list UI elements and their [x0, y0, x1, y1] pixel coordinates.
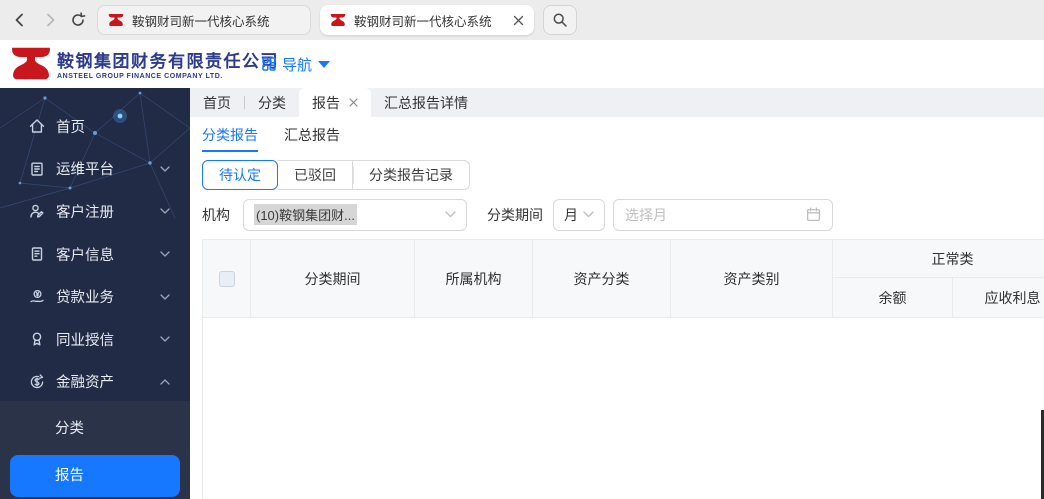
sidebar-subitem-label: 报告 [55, 468, 84, 484]
col-group-normal: 正常类 [832, 239, 1044, 278]
period-unit-value: 月 [564, 206, 578, 223]
sidebar-item-customer-info[interactable]: 客户信息 [0, 233, 190, 276]
rejected-button[interactable]: 已驳回 [278, 160, 353, 190]
calendar-icon [806, 207, 821, 222]
browser-toolbar: 鞍钢财司新一代核心系统 鞍钢财司新一代核心系统 [0, 0, 1044, 40]
subtab-classification-report[interactable]: 分类报告 [202, 125, 258, 152]
sidebar-subitem-classification[interactable]: 分类 [0, 407, 190, 451]
screen: 鞍钢财司新一代核心系统 鞍钢财司新一代核心系统 鞍钢集团财务有限责任公司 ANS… [0, 0, 1044, 499]
forward-icon[interactable] [42, 12, 58, 28]
sidebar-item-loan-business[interactable]: 贷款业务 [0, 275, 190, 318]
document-icon [31, 247, 43, 261]
chevron-down-icon [160, 166, 170, 172]
sidebar-item-customer-register[interactable]: 客户注册 [0, 190, 190, 233]
tab-close-icon[interactable] [512, 14, 524, 26]
month-picker-input[interactable] [625, 206, 806, 223]
home-icon [29, 119, 45, 133]
sidebar-submenu: 分类 报告 [0, 401, 190, 499]
pending-confirmation-button[interactable]: 待认定 [202, 160, 278, 190]
org-filter-label: 机构 [202, 206, 230, 223]
report-subtabs: 分类报告 汇总报告 [202, 125, 1044, 152]
table-empty-body [202, 318, 1044, 499]
browser-tab-title: 鞍钢财司新一代核心系统 [132, 14, 270, 29]
browser-tab-active[interactable]: 鞍钢财司新一代核心系统 [320, 5, 534, 35]
sidebar-subitem-report[interactable]: 报告 [10, 455, 180, 497]
sidebar-item-ops-platform[interactable]: 运维平台 [0, 148, 190, 191]
navigation-menu-button[interactable]: 导航 [262, 40, 331, 88]
workspace-tab-label: 分类 [258, 94, 286, 111]
sidebar-item-label: 贷款业务 [56, 290, 114, 307]
clipboard-icon [31, 162, 43, 176]
report-page: 分类报告 汇总报告 待认定 已驳回 分类报告记录 机构 (10)鞍钢集团财...… [190, 125, 1044, 499]
sidebar-item-financial-assets[interactable]: 金融资产 [0, 361, 190, 404]
search-icon [553, 13, 567, 27]
org-select-value: (10)鞍钢集团财... [254, 204, 357, 225]
col-header-interest: 应收利息 [952, 277, 1044, 318]
period-unit-select[interactable]: 月 [553, 198, 605, 231]
classification-report-records-button[interactable]: 分类报告记录 [353, 160, 470, 190]
col-header-asset-class: 资产分类 [532, 239, 671, 318]
browser-tab-title: 鞍钢财司新一代核心系统 [354, 14, 492, 29]
loan-icon [30, 289, 44, 302]
chevron-down-icon [583, 211, 594, 218]
sidebar-item-label: 客户注册 [56, 204, 114, 221]
month-picker[interactable] [613, 198, 833, 231]
chevron-up-icon [160, 379, 170, 385]
reload-icon[interactable] [70, 12, 86, 28]
sidebar-item-label: 运维平台 [56, 162, 114, 179]
ansteel-favicon [108, 13, 124, 27]
user-edit-icon [30, 205, 44, 219]
app-header: 鞍钢集团财务有限责任公司 ANSTEEL GROUP FINANCE COMPA… [0, 40, 1044, 88]
chevron-down-icon [160, 294, 170, 300]
select-all-cell [202, 239, 251, 318]
workspace-tab-label: 汇总报告详情 [384, 94, 468, 111]
workspace-tab-label: 报告 [312, 94, 340, 111]
caret-down-icon [318, 60, 331, 68]
navigation-label: 导航 [282, 56, 313, 74]
sidebar-item-home[interactable]: 首页 [0, 105, 190, 148]
company-brand: 鞍钢集团财务有限责任公司 ANSTEEL GROUP FINANCE COMPA… [57, 47, 279, 80]
workspace-tab-label: 首页 [203, 94, 231, 111]
chevron-down-icon [160, 208, 170, 215]
workspace-tab-bar: 首页 分类 报告 汇总报告详情 [190, 88, 1044, 117]
close-icon[interactable] [349, 98, 358, 107]
col-header-period: 分类期间 [250, 239, 415, 318]
col-header-balance: 余额 [832, 277, 953, 318]
apps-grid-icon [262, 57, 276, 71]
company-name-cn: 鞍钢集团财务有限责任公司 [57, 52, 279, 71]
workspace-tab-home[interactable]: 首页 [190, 88, 244, 117]
asset-icon [30, 374, 44, 389]
sidebar-item-label: 金融资产 [56, 375, 114, 392]
workspace-tab-report[interactable]: 报告 [299, 88, 371, 117]
sidebar-menu: 首页 运维平台 客户注册 客户信息 贷款业务 同业授信 金融资产 [0, 88, 190, 403]
sidebar-item-interbank-credit[interactable]: 同业授信 [0, 318, 190, 361]
back-icon[interactable] [12, 12, 28, 28]
workspace-tab-classification[interactable]: 分类 [245, 88, 299, 117]
period-filter-label: 分类期间 [487, 206, 543, 223]
sidebar-item-label: 首页 [56, 119, 85, 136]
report-table: 分类期间 所属机构 资产分类 资产类别 正常类 余额 应收利息 [202, 239, 1044, 499]
subtab-summary-report[interactable]: 汇总报告 [284, 125, 340, 152]
col-header-org: 所属机构 [414, 239, 533, 318]
sidebar-subitem-label: 分类 [55, 421, 84, 437]
chevron-down-icon [445, 211, 456, 218]
sidebar: 首页 运维平台 客户注册 客户信息 贷款业务 同业授信 金融资产 分类 报告 [0, 88, 190, 499]
filter-bar: 机构 (10)鞍钢集团财... 分类期间 月 [202, 198, 1044, 231]
sidebar-item-label: 客户信息 [56, 247, 114, 264]
ansteel-favicon [330, 13, 346, 27]
ansteel-logo-icon [10, 45, 52, 82]
company-name-en: ANSTEEL GROUP FINANCE COMPANY LTD. [57, 73, 223, 80]
workspace-tab-summary-report-detail[interactable]: 汇总报告详情 [371, 88, 481, 117]
org-select[interactable]: (10)鞍钢集团财... [243, 198, 467, 231]
sidebar-item-label: 同业授信 [56, 332, 114, 349]
chevron-down-icon [160, 251, 170, 257]
search-button[interactable] [543, 5, 577, 35]
select-all-checkbox[interactable] [218, 271, 235, 288]
main-content: 首页 分类 报告 汇总报告详情 分类报告 汇总报告 待认定 已驳回 分类报告记录… [190, 88, 1044, 499]
medal-icon [32, 332, 42, 346]
chevron-down-icon [160, 336, 170, 342]
col-header-asset-category: 资产类别 [670, 239, 833, 318]
browser-tab-inactive[interactable]: 鞍钢财司新一代核心系统 [97, 5, 311, 35]
status-button-group: 待认定 已驳回 分类报告记录 [202, 160, 1044, 190]
